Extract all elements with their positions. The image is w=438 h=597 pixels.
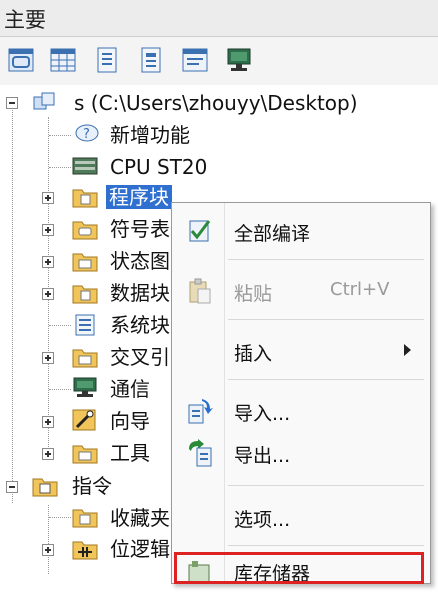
wizard-icon: [72, 409, 96, 431]
view-communication-icon[interactable]: [226, 47, 252, 73]
folder-program-icon: [72, 189, 98, 208]
menu-label-compile-all: 全部编译: [234, 223, 311, 245]
menu-item-paste[interactable]: 粘贴 Ctrl+V: [172, 269, 430, 313]
view-table-icon[interactable]: [50, 47, 76, 73]
context-menu: 全部编译 粘贴 Ctrl+V 插入 导入... 导出... 选项... 库存储器: [171, 202, 431, 585]
folder-crossref-icon: [72, 349, 98, 368]
menu-label-insert: 插入: [234, 343, 273, 365]
folder-symbol-icon: [72, 221, 98, 240]
view-symbols-icon[interactable]: [94, 47, 120, 73]
view-program-icon[interactable]: [8, 47, 34, 73]
menu-label-paste: 粘贴: [234, 283, 273, 305]
menu-item-insert[interactable]: 插入: [172, 329, 430, 373]
tree-item-tools[interactable]: 工具: [110, 441, 150, 465]
view-data-icon[interactable]: [182, 47, 208, 73]
tree-item-cross-reference[interactable]: 交叉引: [110, 345, 170, 369]
tree-item-status-chart[interactable]: 状态图: [110, 249, 170, 273]
submenu-arrow-icon: [404, 344, 411, 356]
tree-item-whats-new[interactable]: 新增功能: [110, 123, 190, 147]
compile-all-icon: [189, 220, 211, 242]
tree-item-system-block[interactable]: 系统块: [110, 313, 170, 337]
menu-item-compile-all[interactable]: 全部编译: [172, 209, 430, 253]
menu-label-export: 导出...: [234, 445, 291, 467]
svg-text:?: ?: [83, 127, 90, 142]
expand-data-block-button[interactable]: [42, 288, 54, 300]
tree-item-wizard[interactable]: 向导: [110, 409, 150, 433]
project-root-label[interactable]: s (C:\Users\zhouyy\Desktop): [74, 91, 358, 115]
panel-title: 主要: [4, 8, 46, 32]
help-icon: ?: [75, 124, 99, 142]
menu-item-export[interactable]: 导出...: [172, 431, 430, 475]
tree-item-instructions[interactable]: 指令: [72, 474, 112, 498]
tree-item-data-block[interactable]: 数据块: [110, 281, 170, 305]
import-icon: [188, 399, 213, 424]
instructions-collapse-button[interactable]: [6, 481, 18, 493]
menu-label-import: 导入...: [234, 403, 291, 425]
panel-header: 主要: [0, 0, 438, 37]
bit-logic-icon: [72, 541, 98, 560]
tree-item-favorites[interactable]: 收藏夹: [110, 506, 170, 530]
favorites-icon: [72, 509, 98, 528]
tree-item-cpu[interactable]: CPU ST20: [110, 155, 207, 179]
tree-item-bit-logic[interactable]: 位逻辑: [110, 537, 170, 561]
tree-item-symbol-table[interactable]: 符号表: [110, 217, 170, 241]
expand-wizard-button[interactable]: [42, 416, 54, 428]
menu-shortcut-paste: Ctrl+V: [330, 279, 390, 300]
system-block-icon: [75, 314, 95, 336]
expand-status-chart-button[interactable]: [42, 256, 54, 268]
tree-item-communication[interactable]: 通信: [110, 377, 150, 401]
menu-item-options[interactable]: 选项...: [172, 495, 430, 539]
expand-symbol-table-button[interactable]: [42, 224, 54, 236]
paste-icon: [189, 278, 211, 304]
export-icon: [189, 439, 212, 467]
project-icon: [33, 92, 55, 110]
folder-status-icon: [72, 253, 98, 272]
expand-bit-logic-button[interactable]: [42, 544, 54, 556]
folder-data-icon: [72, 285, 98, 304]
expand-program-block-button[interactable]: [42, 192, 54, 204]
instructions-icon: [32, 478, 58, 497]
menu-label-options: 选项...: [234, 509, 291, 531]
menu-item-import[interactable]: 导入...: [172, 389, 430, 433]
expand-tools-button[interactable]: [42, 448, 54, 460]
toolbar: [0, 37, 438, 85]
highlight-frame: [174, 552, 424, 584]
communication-icon: [73, 377, 97, 397]
expand-cross-reference-button[interactable]: [42, 352, 54, 364]
view-status-icon[interactable]: [138, 47, 164, 73]
cpu-icon: [72, 157, 98, 175]
root-collapse-button[interactable]: [6, 97, 18, 109]
tree-item-program-block[interactable]: 程序块: [106, 185, 172, 209]
folder-tools-icon: [72, 445, 98, 464]
